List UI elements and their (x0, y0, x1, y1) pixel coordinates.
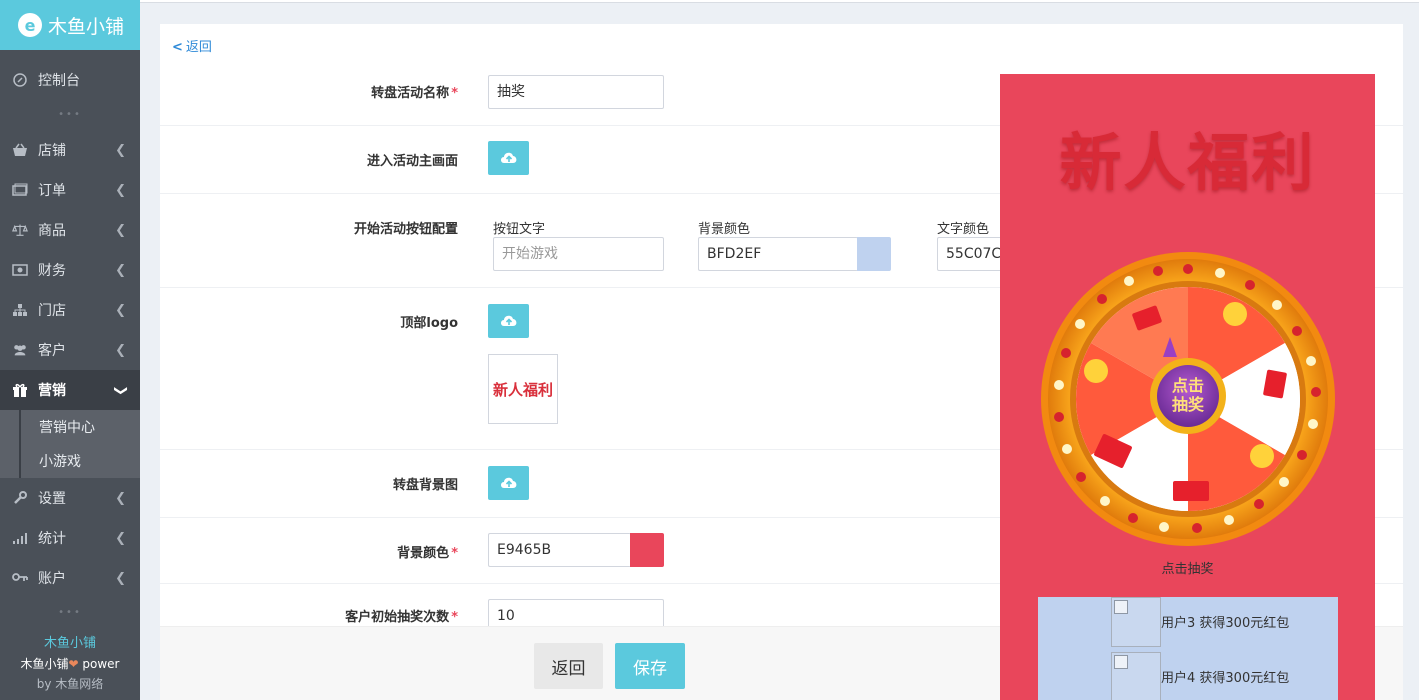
draw-caption[interactable]: 点击抽奖 (1000, 558, 1375, 577)
broken-image-icon (1111, 597, 1161, 647)
order-icon (12, 182, 28, 198)
sidebar-item-settings[interactable]: 设置 ❮ (0, 478, 140, 518)
button-text-color-input[interactable]: 55C07C (937, 237, 1007, 271)
cloud-upload-icon (500, 315, 516, 326)
button-bg-color-swatch[interactable] (857, 237, 891, 271)
chevron-left-icon: ❮ (115, 303, 126, 318)
chevron-left-icon: < (172, 40, 183, 55)
sidebar-footer: 木鱼小铺 木鱼小铺❤ power by 木鱼网络 (0, 634, 140, 694)
upload-main-image-button[interactable] (488, 141, 529, 175)
wheel-center-text: 抽奖 (1172, 395, 1205, 414)
customer-icon (12, 342, 28, 358)
mobile-preview: 新人福利 点击 抽奖 点击抽奖 用户3 获得300元红包 用户4 获得300元红… (1000, 74, 1375, 700)
chevron-left-icon: ❮ (115, 143, 126, 158)
footer-by: by 木鱼网络 (36, 677, 104, 691)
sidebar-item-dashboard[interactable]: 控制台 (0, 60, 140, 100)
field-label: 进入活动主画面 (366, 154, 458, 169)
sidebar-item-label: 店铺 (38, 143, 66, 159)
sidebar-item-label: 控制台 (38, 73, 80, 89)
field-label: 转盘背景图 (392, 478, 458, 493)
stats-icon (12, 530, 28, 546)
upload-logo-button[interactable] (488, 304, 529, 338)
gift-icon (12, 382, 28, 398)
heart-icon: ❤ (68, 657, 79, 671)
bg-color-swatch[interactable] (630, 533, 664, 567)
brand[interactable]: e 木鱼小铺 (0, 0, 140, 50)
sidebar: e 木鱼小铺 控制台 ••• 店铺 ❮ 订单 ❮ 商品 ❮ 财务 ❮ 门店 ❮ … (0, 0, 140, 700)
back-button[interactable]: 返回 (534, 643, 603, 689)
bg-color-input[interactable]: E9465B (488, 533, 631, 567)
winner-text: 用户3 获得300元红包 (1161, 616, 1290, 631)
sidebar-item-stats[interactable]: 统计 ❮ (0, 518, 140, 558)
sidebar-item-customer[interactable]: 客户 ❮ (0, 330, 140, 370)
broken-image-icon (1111, 652, 1161, 700)
sidebar-item-label: 营销 (38, 383, 66, 399)
chevron-left-icon: ❮ (115, 183, 126, 198)
cloud-upload-icon (500, 152, 516, 163)
field-label: 转盘活动名称 * (371, 86, 458, 101)
cloud-upload-icon (500, 477, 516, 488)
chevron-down-icon: ❮ (113, 385, 129, 396)
sidebar-item-label: 设置 (38, 491, 66, 507)
winner-item: 用户4 获得300元红包 (1111, 652, 1338, 700)
marketing-submenu: 营销中心 小游戏 (0, 410, 140, 478)
brand-name: 木鱼小铺 (48, 15, 125, 38)
bg-color-sub-label: 背景颜色 (698, 222, 751, 237)
chevron-left-icon: ❮ (115, 263, 126, 278)
wheel-center-text: 点击 (1172, 376, 1204, 395)
sidebar-subitem-mini-games[interactable]: 小游戏 (19, 444, 140, 478)
text-color-sub-label: 文字颜色 (937, 222, 990, 237)
sidebar-item-shop[interactable]: 店铺 ❮ (0, 130, 140, 170)
dashboard-icon (12, 72, 28, 88)
chevron-left-icon: ❮ (115, 343, 126, 358)
activity-name-input[interactable]: 抽奖 (488, 75, 664, 109)
chevron-left-icon: ❮ (115, 571, 126, 586)
field-label: 背景颜色 * (397, 546, 458, 561)
finance-icon (12, 262, 28, 278)
brand-logo-icon: e (18, 13, 42, 37)
upload-wheel-bg-button[interactable] (488, 466, 529, 500)
sidebar-item-product[interactable]: 商品 ❮ (0, 210, 140, 250)
field-label: 客户初始抽奖次数 * (345, 610, 458, 625)
sidebar-item-label: 财务 (38, 263, 66, 279)
store-icon (12, 302, 28, 318)
winner-item: 用户3 获得300元红包 (1111, 597, 1338, 647)
divider-dots: ••• (58, 607, 82, 618)
product-icon (12, 222, 28, 238)
chevron-left-icon: ❮ (115, 531, 126, 546)
top-bar (140, 0, 1419, 3)
button-bg-color-input[interactable]: BFD2EF (698, 237, 858, 271)
sidebar-item-label: 账户 (38, 571, 66, 587)
winner-text: 用户4 获得300元红包 (1161, 671, 1290, 686)
sidebar-item-store[interactable]: 门店 ❮ (0, 290, 140, 330)
divider-dots: ••• (58, 109, 82, 120)
sidebar-item-finance[interactable]: 财务 ❮ (0, 250, 140, 290)
chevron-left-icon: ❮ (115, 491, 126, 506)
footer-power: 木鱼小铺❤ power (20, 657, 120, 671)
save-button[interactable]: 保存 (615, 643, 685, 689)
button-text-label: 按钮文字 (493, 222, 546, 237)
shop-icon (12, 142, 28, 158)
sidebar-item-account[interactable]: 账户 ❮ (0, 558, 140, 598)
chevron-left-icon: ❮ (115, 223, 126, 238)
key-icon (12, 570, 28, 586)
sidebar-item-order[interactable]: 订单 ❮ (0, 170, 140, 210)
sidebar-item-marketing[interactable]: 营销 ❮ (0, 370, 140, 410)
winner-list: 用户3 获得300元红包 用户4 获得300元红包 (1038, 597, 1338, 700)
preview-title: 新人福利 (1059, 126, 1316, 199)
lottery-wheel[interactable]: 点击 抽奖 (1040, 249, 1336, 549)
sidebar-item-label: 统计 (38, 531, 66, 547)
sidebar-item-label: 客户 (38, 343, 66, 359)
footer-brand[interactable]: 木鱼小铺 (0, 634, 140, 654)
field-label: 开始活动按钮配置 (353, 222, 458, 237)
sidebar-item-label: 商品 (38, 223, 66, 239)
field-label: 顶部logo (400, 316, 458, 331)
back-link[interactable]: < 返回 (172, 36, 212, 55)
wrench-icon (12, 490, 28, 506)
sidebar-subitem-marketing-center[interactable]: 营销中心 (19, 410, 140, 444)
sidebar-item-label: 订单 (38, 183, 66, 199)
button-text-input[interactable]: 开始游戏 (493, 237, 664, 271)
logo-thumbnail[interactable]: 新人福利 (488, 354, 558, 424)
sidebar-item-label: 门店 (38, 303, 66, 319)
